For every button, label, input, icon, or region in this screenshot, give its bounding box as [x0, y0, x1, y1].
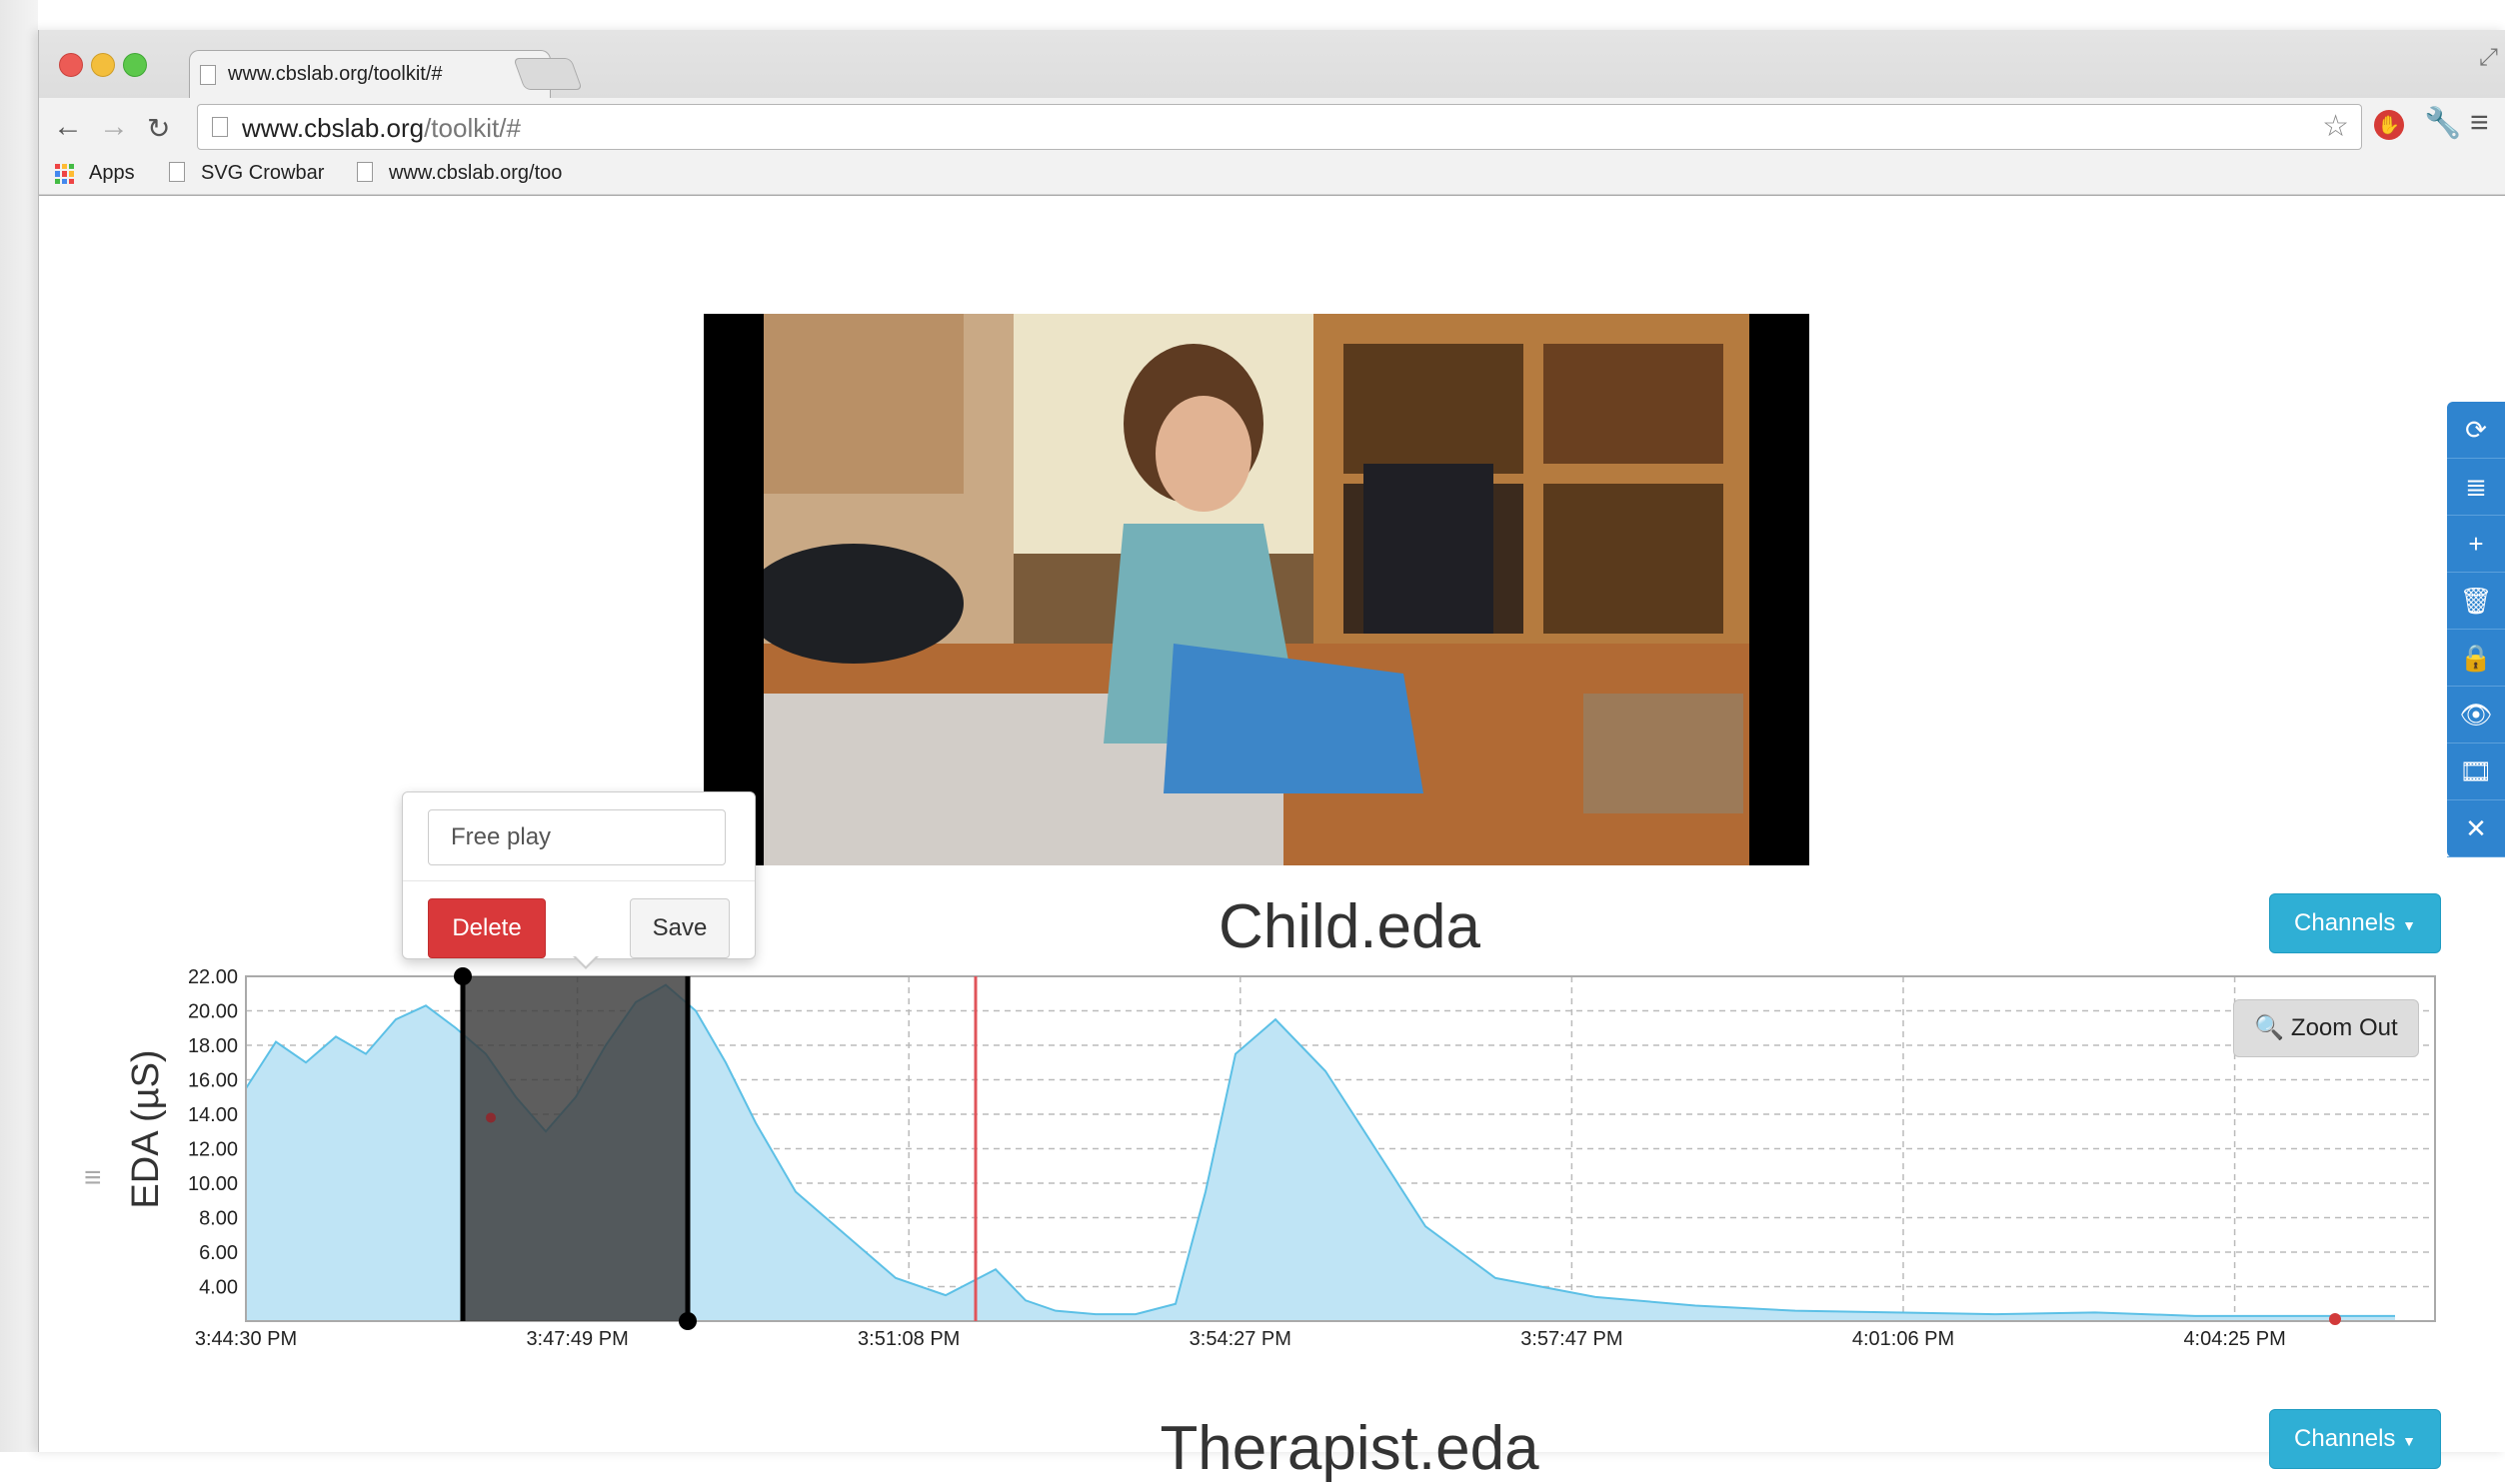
tab-title: www.cbslab.org/toolkit/#: [228, 63, 443, 85]
drag-handle-icon[interactable]: ≡: [84, 1161, 102, 1195]
wrench-icon[interactable]: 🔧: [2424, 106, 2461, 141]
film-icon[interactable]: 🎞: [2447, 743, 2505, 800]
bookmarks-bar: Apps SVG Crowbar www.cbslab.org/too: [39, 150, 2505, 194]
popover-divider: [403, 880, 755, 881]
plus-icon[interactable]: +: [2447, 516, 2505, 573]
channels-button[interactable]: Channels ▼: [2269, 893, 2441, 953]
save-button[interactable]: Save: [630, 898, 730, 958]
forward-arrow-icon[interactable]: →: [99, 110, 129, 144]
lock-icon[interactable]: 🔒: [2447, 630, 2505, 687]
page-icon: [357, 162, 373, 182]
browser-tab[interactable]: www.cbslab.org/toolkit/# ×: [189, 50, 551, 99]
trash-icon[interactable]: 🗑: [2447, 573, 2505, 630]
annotation-label-input[interactable]: Free play: [428, 809, 726, 865]
video-player[interactable]: [704, 314, 1809, 865]
bookmark-star-icon[interactable]: ☆: [2322, 109, 2349, 144]
url-text: www.cbslab.org/toolkit/#: [242, 113, 521, 143]
reload-icon[interactable]: ↻: [147, 112, 170, 145]
zoom-window-button[interactable]: [123, 53, 147, 77]
annotation-popover: Free play Delete Save: [402, 791, 756, 969]
adblock-icon[interactable]: ✋: [2374, 110, 2404, 140]
page-icon: [212, 117, 228, 137]
side-toolbar: ⟳ ≣ + 🗑 🔒 👁 🎞 ✕: [2447, 402, 2505, 857]
bookmark-apps[interactable]: Apps: [89, 162, 135, 185]
eye-icon[interactable]: 👁: [2447, 687, 2505, 743]
delete-button[interactable]: Delete: [428, 898, 546, 958]
bookmark-svg-crowbar[interactable]: SVG Crowbar: [201, 162, 324, 185]
minimize-window-button[interactable]: [91, 53, 115, 77]
back-arrow-icon[interactable]: ←: [53, 110, 83, 144]
menu-icon[interactable]: ≡: [2470, 104, 2489, 141]
list-icon[interactable]: ≣: [2447, 459, 2505, 516]
refresh-icon[interactable]: ⟳: [2447, 402, 2505, 459]
address-bar[interactable]: www.cbslab.org/toolkit/# ☆: [197, 104, 2362, 150]
new-tab-button[interactable]: [513, 58, 583, 90]
bookmark-cbslab[interactable]: www.cbslab.org/too: [389, 162, 562, 185]
browser-chrome: www.cbslab.org/toolkit/# × ⤢ ← → ↻ www.c…: [39, 30, 2505, 196]
channels-button-2[interactable]: Channels ▼: [2269, 1409, 2441, 1469]
page-icon: [200, 65, 216, 85]
fullscreen-arrows-icon[interactable]: ⤢: [2479, 44, 2498, 72]
desktop-background: [0, 0, 38, 1452]
magnifier-icon: 🔍: [2254, 1014, 2285, 1041]
page-icon: [169, 162, 185, 182]
zoom-out-button[interactable]: 🔍 Zoom Out: [2233, 999, 2419, 1057]
fullscreen-icon[interactable]: ✕: [2447, 800, 2505, 857]
chart-title-2: Therapist.eda: [1160, 1414, 1539, 1483]
close-window-button[interactable]: [59, 53, 83, 77]
apps-grid-icon: [55, 164, 75, 184]
chart-title: Child.eda: [1219, 892, 1480, 961]
video-frame: [704, 314, 1809, 865]
